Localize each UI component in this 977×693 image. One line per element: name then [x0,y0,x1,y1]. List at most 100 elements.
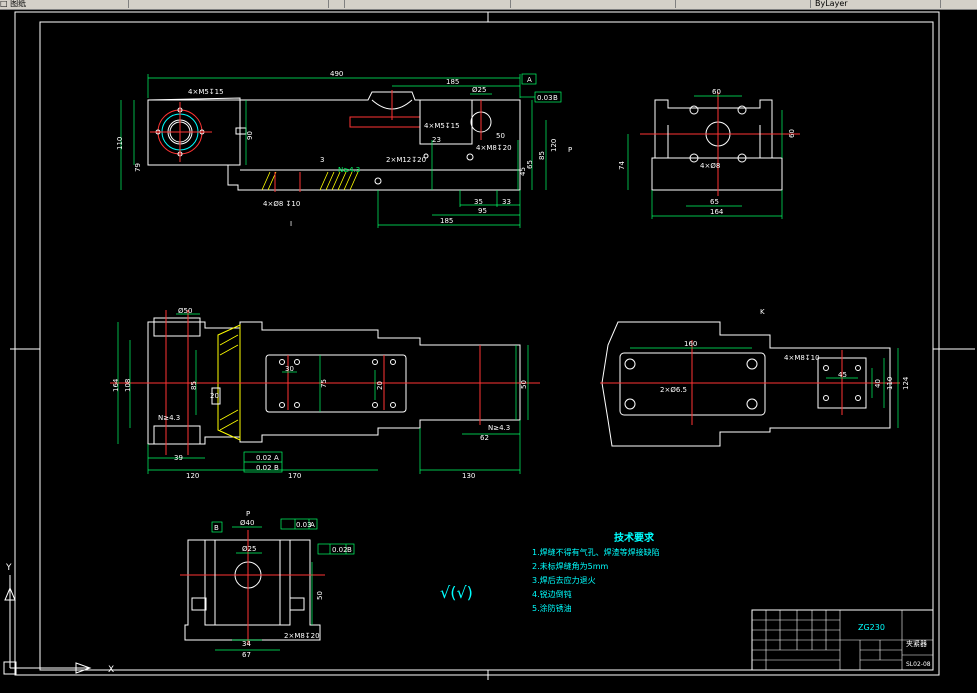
svg-text:40: 40 [874,379,882,388]
svg-text:N≥4.3: N≥4.3 [338,166,360,174]
svg-text:120: 120 [186,472,199,480]
svg-text:0.03: 0.03 [537,94,553,102]
svg-text:30: 30 [285,365,294,373]
svg-text:108: 108 [124,379,132,392]
svg-text:5.涂防锈油: 5.涂防锈油 [532,603,572,613]
svg-text:A: A [527,76,532,84]
inner-border [39,21,934,671]
title-block: ZG230 夹紧器 SL02-08 [751,609,934,671]
svg-text:39: 39 [174,454,183,462]
view-bottom: 160 45 40 110 124 2×Ø6.5 K 4×M8↧10 [600,308,910,447]
toolbar-buttons[interactable] [128,0,329,8]
svg-text:79: 79 [134,163,142,172]
svg-text:50: 50 [496,132,505,140]
svg-text:45: 45 [519,167,527,176]
svg-text:Ø25: Ø25 [242,545,256,553]
svg-text:60: 60 [788,129,796,138]
svg-text:45: 45 [838,371,847,379]
svg-text:33: 33 [502,198,511,206]
svg-text:20: 20 [210,392,219,400]
svg-text:74: 74 [618,161,626,170]
svg-text:34: 34 [242,640,251,648]
svg-text:0.02: 0.02 [256,454,272,462]
svg-text:95: 95 [478,207,487,215]
svg-text:85: 85 [538,151,546,160]
svg-text:2×Ø6.5: 2×Ø6.5 [660,386,687,394]
svg-text:0.02: 0.02 [256,464,272,472]
cad-drawing[interactable]: 490 185 Ø25 A 0.03 B 4×M5↧15 110 90 79 2… [0,10,977,693]
toolbar-layer-selector[interactable]: □ 图纸 [0,0,129,8]
title-name: 夹紧器 [906,639,927,648]
svg-text:50: 50 [316,591,324,600]
svg-text:4×M5↧15: 4×M5↧15 [424,122,460,130]
svg-text:4×M8↧20: 4×M8↧20 [476,144,512,152]
svg-text:4×M8↧10: 4×M8↧10 [784,354,820,362]
toolbar-lineweight-dropdown[interactable] [680,0,811,8]
svg-text:0.02: 0.02 [332,546,348,554]
svg-text:B: B [214,524,219,532]
svg-text:N≥4.3: N≥4.3 [488,424,510,432]
svg-text:B: B [347,546,352,554]
svg-text:35: 35 [474,198,483,206]
svg-text:62: 62 [480,434,489,442]
svg-text:23: 23 [432,136,441,144]
svg-text:3.焊后去应力退火: 3.焊后去应力退火 [532,575,596,585]
svg-text:164: 164 [710,208,724,216]
view-top: Ø50 30 75 164 108 85 20 50 62 120 170 13… [110,307,540,480]
svg-text:N≥4.3: N≥4.3 [158,414,180,422]
svg-text:67: 67 [242,651,251,659]
svg-text:3: 3 [320,156,324,164]
svg-text:160: 160 [684,340,697,348]
svg-text:B: B [553,94,558,102]
svg-text:Ø50: Ø50 [178,307,192,315]
svg-text:Ø40: Ø40 [240,519,254,527]
svg-text:185: 185 [446,78,459,86]
title-code: ZG230 [858,623,885,632]
ucs-icon [3,575,92,675]
svg-text:A: A [310,521,315,529]
svg-text:1.焊缝不得有气孔、焊渣等焊接缺陷: 1.焊缝不得有气孔、焊渣等焊接缺陷 [532,547,660,557]
svg-text:164: 164 [112,378,120,392]
svg-text:170: 170 [288,472,301,480]
svg-text:490: 490 [330,70,343,78]
svg-text:2×M12↧20: 2×M12↧20 [386,156,426,164]
svg-text:50: 50 [520,380,528,389]
view-section: P B Ø40 0.03 A Ø25 0.02 B 50 2×M8↧20 34 … [180,510,355,659]
svg-text:B: B [274,464,279,472]
svg-text:60: 60 [712,88,721,96]
svg-text:65: 65 [526,160,534,169]
svg-text:20: 20 [376,381,384,390]
toolbar-icon[interactable] [330,0,345,8]
svg-text:4×Ø8: 4×Ø8 [700,162,720,170]
outer-border [14,11,940,676]
svg-text:A: A [274,454,279,462]
svg-text:130: 130 [462,472,475,480]
toolbar-color-dropdown[interactable] [360,0,511,8]
view-front: 490 185 Ø25 A 0.03 B 4×M5↧15 110 90 79 2… [116,70,572,228]
svg-text:4.锐边倒钝: 4.锐边倒钝 [532,589,572,599]
ucs-y-label: Y [5,563,12,573]
svg-text:K: K [760,308,765,316]
title-number: SL02-08 [906,661,931,668]
roughness-symbol: √(√) [440,583,473,602]
svg-text:技术要求: 技术要求 [614,531,655,544]
svg-text:65: 65 [710,198,719,206]
svg-text:2×M8↧20: 2×M8↧20 [284,632,320,640]
application-toolbar: □ 图纸 ByLayer [0,0,977,10]
svg-text:110: 110 [116,137,124,150]
technical-requirements: 技术要求 1.焊缝不得有气孔、焊渣等焊接缺陷 2.未标焊缝角为5mm 3.焊后去… [532,531,660,613]
svg-text:124: 124 [902,376,910,390]
svg-text:75: 75 [320,379,328,388]
toolbar-linetype-dropdown[interactable] [515,0,676,8]
ucs-x-label: X [108,665,114,675]
svg-text:85: 85 [190,381,198,390]
svg-text:P: P [246,510,250,518]
svg-text:Ø25: Ø25 [472,86,486,94]
svg-text:110: 110 [886,377,894,390]
drawing-canvas[interactable]: 490 185 Ø25 A 0.03 B 4×M5↧15 110 90 79 2… [0,10,977,693]
svg-text:185: 185 [440,217,453,225]
svg-text:P: P [568,146,572,154]
svg-text:4×Ø8 ↧10: 4×Ø8 ↧10 [263,200,300,208]
svg-text:120: 120 [550,139,558,152]
toolbar-plotstyle-dropdown[interactable]: ByLayer [815,0,941,8]
